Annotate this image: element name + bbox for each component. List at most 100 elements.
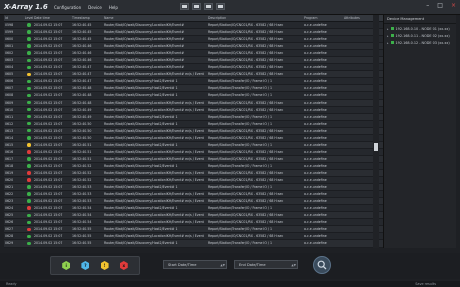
table-row[interactable]: 0599 2014.09.02 15:07 16:52:40.45 Router/St…	[4, 29, 383, 37]
table-row[interactable]: 0608 2014.09.02 15:07 16:52:40.48 Router/St…	[4, 92, 383, 100]
cell-program: a.c.e.undefine	[304, 206, 327, 211]
table-row[interactable]: 0619 2014.09.02 15:07 16:52:40.52 Router/St…	[4, 169, 383, 178]
header-description[interactable]: Description	[207, 15, 303, 21]
search-button[interactable]	[313, 256, 331, 274]
table-row[interactable]: 0609 2014.09.02 15:07 16:52:40.48 Router/St…	[4, 99, 383, 107]
level-green-icon	[27, 114, 31, 119]
cell-id: 0617	[5, 156, 14, 161]
cell-name: Router/Stat/IO/wait/Discovery/LocationIK…	[104, 149, 204, 154]
cell-timestamp: 16:52:40.52	[72, 170, 92, 175]
table-row[interactable]: 0617 2014.09.02 15:07 16:52:40.51 Router/St…	[4, 155, 383, 163]
table-row[interactable]: 0610 2014.09.02 15:07 16:52:40.49 Router/St…	[4, 107, 383, 114]
cell-program: a.c.e.undefine	[304, 30, 327, 35]
header-date[interactable]: Date time	[33, 15, 71, 21]
table-row[interactable]: 0626 2014.09.02 15:07 16:52:40.54 Router/St…	[4, 219, 383, 227]
table-row[interactable]: 0603 2014.09.02 15:07 16:52:40.46 Router/St…	[4, 57, 383, 65]
table-row[interactable]: 0622 2014.09.02 15:07 16:52:40.53 Router/St…	[4, 191, 383, 199]
cell-program: a.c.e.undefine	[304, 107, 327, 112]
table-row[interactable]: 0611 2014.09.02 15:07 16:52:40.49 Router/St…	[4, 113, 383, 121]
table-row[interactable]: 0614 2014.09.02 15:07 16:52:40.50 Router/St…	[4, 135, 383, 142]
table-row[interactable]: 0629 2014.09.02 15:07 16:52:40.55 Router/St…	[4, 240, 383, 248]
cell-timestamp: 16:52:40.47	[72, 65, 92, 70]
table-row[interactable]: 0605 2014.09.02 15:07 16:52:40.47 Router/St…	[4, 71, 383, 79]
table-row[interactable]: 0620 2014.09.02 15:07 16:52:40.52 Router/St…	[4, 177, 383, 185]
cell-name: Router/Stat/IO/wait/Discovery/LocationIK…	[104, 44, 185, 49]
search-icon	[317, 260, 327, 270]
cell-name: Router/Stat/IO/wait/Discovery/Host2/Even…	[104, 121, 178, 126]
cell-description: Report/Station/Transfer/IO / Frame IO / …	[208, 121, 273, 126]
cell-date: 2014.09.02 15:07	[34, 185, 63, 190]
minimize-button[interactable]: –	[426, 2, 429, 9]
debug-icon[interactable]: ?	[81, 261, 90, 270]
view-grid-button[interactable]	[192, 3, 201, 10]
scrollbar-thumb[interactable]	[374, 143, 378, 151]
spinner-icon[interactable]: ▲▼	[220, 261, 225, 269]
table-row[interactable]: 0613 2014.09.02 15:07 16:52:40.50 Router/St…	[4, 127, 383, 135]
expand-arrow-icon[interactable]: ▸	[387, 34, 389, 38]
table-row[interactable]: 0598 2014.09.02 15:07 16:52:40.45 Router/St…	[4, 22, 383, 30]
table-row[interactable]: 0621 2014.09.02 15:07 16:52:40.53 Router/St…	[4, 184, 383, 192]
info-icon[interactable]: i	[62, 261, 71, 270]
menu-help[interactable]: Help	[109, 5, 118, 10]
header-program[interactable]: Program	[303, 15, 343, 21]
table-row[interactable]: 0601 2014.09.02 15:07 16:52:40.46 Router/St…	[4, 43, 383, 51]
cell-program: a.c.e.undefine	[304, 234, 327, 239]
expand-arrow-icon[interactable]: ▸	[387, 41, 389, 45]
cell-level	[24, 36, 33, 42]
cell-timestamp: 16:52:40.49	[72, 107, 92, 112]
cell-timestamp: 16:52:40.53	[72, 199, 92, 204]
cell-level	[24, 198, 33, 204]
header-timestamp[interactable]: Timestamp	[71, 15, 103, 21]
view-settings-button[interactable]	[216, 3, 225, 10]
menu-configuration[interactable]: Configuration	[54, 5, 81, 10]
table-row[interactable]: 0612 2014.09.02 15:07 16:52:40.50 Router/St…	[4, 121, 383, 128]
table-row[interactable]: 0606 2014.09.02 15:07 16:52:40.47 Router/St…	[4, 78, 383, 86]
cell-id: 0627	[5, 227, 14, 232]
level-green-icon	[27, 199, 31, 203]
cell-description: Report/Station/Transfer/IO / Frame IO / …	[208, 142, 273, 147]
cell-id: 0599	[5, 30, 14, 35]
end-date-field[interactable]: End Date/Time ▲▼	[234, 260, 298, 269]
tree-node[interactable]: ▸ 192.168.0.11 - NODE 02 (xx.xx)	[387, 32, 453, 39]
header-id[interactable]: Id	[4, 15, 24, 21]
view-detail-button[interactable]	[204, 3, 213, 10]
close-button[interactable]: ×	[451, 2, 456, 9]
table-row[interactable]: 0630 2014.09.02 15:0716:52:40.56Router/St…	[4, 248, 383, 249]
table-row[interactable]: 0624 2014.09.02 15:07 16:52:40.54 Router/St…	[4, 205, 383, 213]
cell-description: Report/Station/IO/CNC01/RX - 63582 / 68 …	[208, 149, 284, 154]
table-row[interactable]: 0618 2014.09.02 15:07 16:52:40.52 Router/St…	[4, 163, 383, 170]
cell-level	[24, 43, 33, 49]
maximize-button[interactable]: □	[437, 2, 443, 9]
table-row[interactable]: 0600 2014.09.02 15:07 16:52:40.45 Router/St…	[4, 36, 383, 44]
menu-device[interactable]: Device	[88, 5, 102, 10]
table-row[interactable]: 0607 2014.09.02 15:07 16:52:40.48 Router/St…	[4, 85, 383, 93]
cell-date: 2014.09.02 15:07	[34, 206, 63, 211]
table-row[interactable]: 0615 2014.09.02 15:07 16:52:40.51 Router/St…	[4, 141, 383, 149]
header-name[interactable]: Name	[103, 15, 207, 21]
spinner-icon[interactable]: ▲▼	[291, 261, 296, 269]
header-level[interactable]: Level	[24, 15, 33, 21]
table-row[interactable]: 0627 2014.09.02 15:07 16:52:40.55 Router/St…	[4, 226, 383, 234]
table-row[interactable]: 0625 2014.09.02 15:07 16:52:40.54 Router/St…	[4, 212, 383, 220]
table-row[interactable]: 0616 2014.09.02 15:07 16:52:40.51 Router/St…	[4, 149, 383, 156]
tree-node[interactable]: ▸ 192.168.0.10 - NODE 01 (xx.xx)	[387, 25, 453, 32]
table-row[interactable]: 0623 2014.09.02 15:07 16:52:40.53 Router/St…	[4, 198, 383, 206]
warning-icon[interactable]: !	[100, 261, 109, 270]
cell-name: Router/Stat/IO/wait/Discovery/LocationIK…	[104, 72, 204, 77]
cell-date: 2014.09.02 15:07	[34, 44, 63, 49]
start-date-field[interactable]: Start Date/Time ▲▼	[163, 260, 227, 269]
cell-description: Report/Station/IO/CNC01/RX - 63582 / 68 …	[208, 178, 284, 183]
view-list-button[interactable]	[180, 3, 189, 10]
cell-description: Report/Station/IO/CNC01/RX - 63582 / 68 …	[208, 30, 284, 35]
table-row[interactable]: 0602 2014.09.02 15:07 16:52:40.46 Router/St…	[4, 50, 383, 58]
error-icon[interactable]: x	[119, 261, 128, 270]
table-row[interactable]: 0604 2014.09.02 15:07 16:52:40.47 Router/St…	[4, 64, 383, 72]
cell-date: 2014.09.02 15:07	[34, 37, 63, 42]
level-red-icon	[27, 227, 31, 232]
cell-date: 2014.09.02 15:07	[34, 156, 63, 161]
tree-node[interactable]: ▸ 192.168.0.12 - NODE 03 (xx.xx)	[387, 39, 453, 46]
cell-name: Router/Stat/IO/wait/Discovery/LocationIK…	[104, 220, 204, 225]
grid-scrollbar[interactable]	[373, 15, 379, 248]
table-row[interactable]: 0628 2014.09.02 15:07 16:52:40.55 Router/St…	[4, 233, 383, 241]
expand-arrow-icon[interactable]: ▸	[387, 27, 389, 31]
